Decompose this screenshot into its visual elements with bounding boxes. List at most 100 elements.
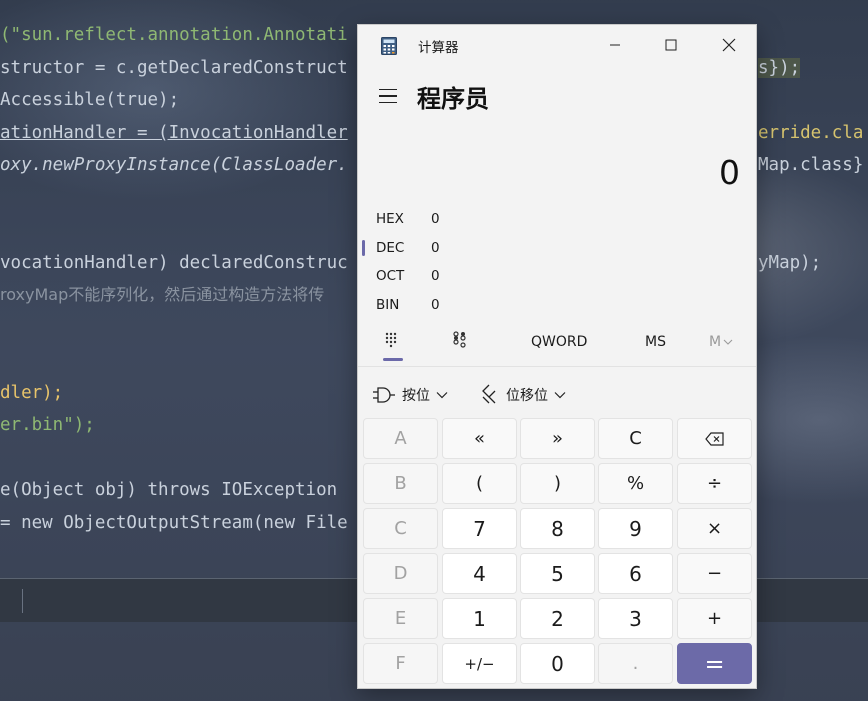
tab-full-keypad[interactable] [380,331,410,361]
code-line-4: ationHandler = (InvocationHandler [0,118,348,148]
bitwise-dropdown[interactable]: 按位 [372,380,448,410]
key-0[interactable]: 0 [520,643,595,684]
bitshift-dropdown[interactable]: 位移位 [480,380,566,410]
bit-toggle-icon [453,331,466,348]
key-7[interactable]: 7 [442,508,517,549]
key-6[interactable]: 6 [598,553,673,594]
key-percent[interactable]: % [598,463,673,504]
radix-row-bin[interactable]: BIN 0 [358,291,756,319]
code-text: oxy.newProxyInstance(ClassLoader. [0,155,348,175]
memory-view-label: M [709,334,722,350]
key-plus[interactable]: + [677,598,752,639]
key-decimal[interactable]: . [598,643,673,684]
key-right-shift[interactable]: » [520,418,595,459]
close-button[interactable] [706,25,752,65]
calculator-window: 计算器 程序员 0 HEX 0 DEC 0 OCT 0 BIN 0 QWORD … [357,24,757,689]
code-line-8: dler); [0,378,63,408]
keypad-icon [385,332,397,348]
radix-label: DEC [376,240,405,256]
key-hex-b[interactable]: B [363,463,438,504]
code-line-7: roxyMap不能序列化，然后通过构造方法将传 [0,280,324,310]
code-fragment-right-1: s}); [758,53,801,83]
radix-value: 0 [431,211,440,227]
key-1[interactable]: 1 [442,598,517,639]
bitshift-label: 位移位 [506,388,548,404]
minimize-icon [610,44,620,46]
radix-selector-indicator [362,211,365,227]
minimize-button[interactable] [592,25,638,65]
radix-label: BIN [376,297,400,313]
backspace-icon [704,431,724,446]
key-3[interactable]: 3 [598,598,673,639]
key-9[interactable]: 9 [598,508,673,549]
maximize-button[interactable] [648,25,694,65]
key-hex-a[interactable]: A [363,418,438,459]
title-bar[interactable]: 计算器 [358,25,756,65]
radix-label: OCT [376,268,405,284]
key-left-paren[interactable]: ( [442,463,517,504]
key-2[interactable]: 2 [520,598,595,639]
radix-row-hex[interactable]: HEX 0 [358,205,756,233]
code-text: er.bin"); [0,415,95,435]
key-multiply[interactable]: × [677,508,752,549]
code-line-1: ("sun.reflect.annotation.Annotati [0,20,348,50]
chevron-down-icon [723,339,733,345]
code-text: erride.cla [758,123,864,143]
code-text: s}); [758,58,801,78]
key-clear[interactable]: C [598,418,673,459]
radix-selector-indicator [362,268,365,284]
code-comment: roxyMap不能序列化，然后通过构造方法将传 [0,285,325,304]
key-right-paren[interactable]: ) [520,463,595,504]
status-divider [22,589,23,613]
code-line-3: Accessible(true); [0,85,179,115]
key-equals[interactable]: = [677,643,752,684]
key-hex-f[interactable]: F [363,643,438,684]
radix-selector-indicator [362,297,365,313]
code-line-11: = new ObjectOutputStream(new File [0,508,348,538]
code-fragment-right-4: yMap); [758,248,821,278]
key-8[interactable]: 8 [520,508,595,549]
hamburger-icon [379,88,397,91]
divider [358,366,756,367]
code-text: vocationHandler) declaredConstruc [0,253,348,273]
code-fragment-right-2: erride.cla [758,118,863,148]
mode-title: 程序员 [417,85,489,113]
key-5[interactable]: 5 [520,553,595,594]
result-display: 0 [719,153,740,192]
code-fragment-right-3: Map.class} [758,150,863,180]
tab-active-indicator [383,358,403,361]
key-backspace[interactable] [677,418,752,459]
code-text: ("sun.reflect.annotation.Annotati [0,25,348,45]
code-text: = new ObjectOutputStream(new File [0,513,348,533]
word-size-button[interactable]: QWORD [531,334,587,350]
key-hex-d[interactable]: D [363,553,438,594]
key-left-shift[interactable]: « [442,418,517,459]
key-4[interactable]: 4 [442,553,517,594]
window-title: 计算器 [418,40,459,56]
radix-row-dec[interactable]: DEC 0 [358,234,756,262]
calculator-app-icon [381,37,397,55]
radix-row-oct[interactable]: OCT 0 [358,262,756,290]
tab-bit-toggling-keypad[interactable] [448,331,478,361]
radix-value: 0 [431,297,440,313]
code-line-2: structor = c.getDeclaredConstruct [0,53,348,83]
maximize-icon [665,39,677,51]
chevron-down-icon [554,392,566,399]
key-divide[interactable]: ÷ [677,463,752,504]
code-text: Map.class} [758,155,864,175]
radix-label: HEX [376,211,404,227]
memory-bar: QWORD MS M [358,325,756,365]
radix-value: 0 [431,240,440,256]
memory-view-button[interactable]: M [709,334,733,350]
code-text: structor = c.getDeclaredConstruct [0,58,348,78]
key-hex-c[interactable]: C [363,508,438,549]
navigation-menu-button[interactable] [372,82,404,110]
key-hex-e[interactable]: E [363,598,438,639]
code-text: ationHandler = (InvocationHandler [0,123,348,143]
bitwise-label: 按位 [402,388,430,404]
code-line-5: oxy.newProxyInstance(ClassLoader. [0,150,348,180]
memory-store-button[interactable]: MS [645,334,666,350]
key-negate[interactable]: +/− [442,643,517,684]
code-line-6: vocationHandler) declaredConstruc [0,248,348,278]
key-minus[interactable]: − [677,553,752,594]
